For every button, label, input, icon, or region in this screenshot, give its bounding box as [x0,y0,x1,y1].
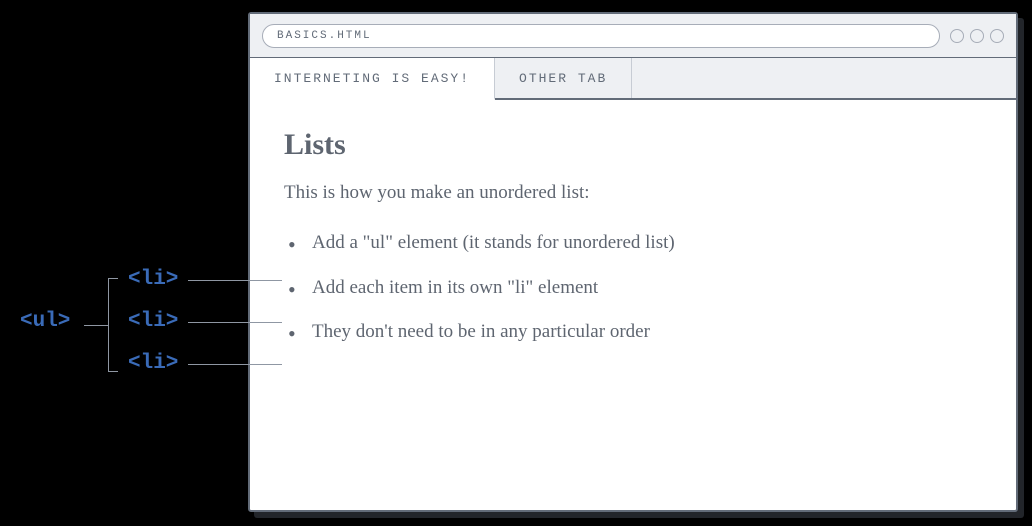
annotation-li-tag: <li> [128,268,178,291]
page-heading: Lists [284,128,982,162]
annotation-connector [188,322,282,323]
list-item: They don't need to be in any particular … [284,319,982,346]
annotation-li-tag: <li> [128,310,178,333]
page-content: Lists This is how you make an unordered … [250,100,1016,510]
annotation-ul-tag: <ul> [20,310,70,333]
list-item: Add a "ul" element (it stands for unorde… [284,230,982,257]
annotation-li-tag: <li> [128,352,178,375]
annotation-connector [188,280,282,281]
browser-toolbar [250,14,1016,58]
page-intro: This is how you make an unordered list: [284,182,982,204]
unordered-list: Add a "ul" element (it stands for unorde… [284,230,982,346]
window-controls [950,29,1004,43]
window-control-dot[interactable] [970,29,984,43]
list-item: Add each item in its own "li" element [284,275,982,302]
annotation-connector [188,364,282,365]
tab-other[interactable]: OTHER TAB [495,58,632,98]
browser-window: INTERNETING IS EASY! OTHER TAB Lists Thi… [248,12,1018,512]
annotation-bracket [84,278,118,372]
tab-active[interactable]: INTERNETING IS EASY! [250,58,495,100]
address-bar[interactable] [262,24,940,48]
tab-bar: INTERNETING IS EASY! OTHER TAB [250,58,1016,100]
window-control-dot[interactable] [990,29,1004,43]
window-control-dot[interactable] [950,29,964,43]
